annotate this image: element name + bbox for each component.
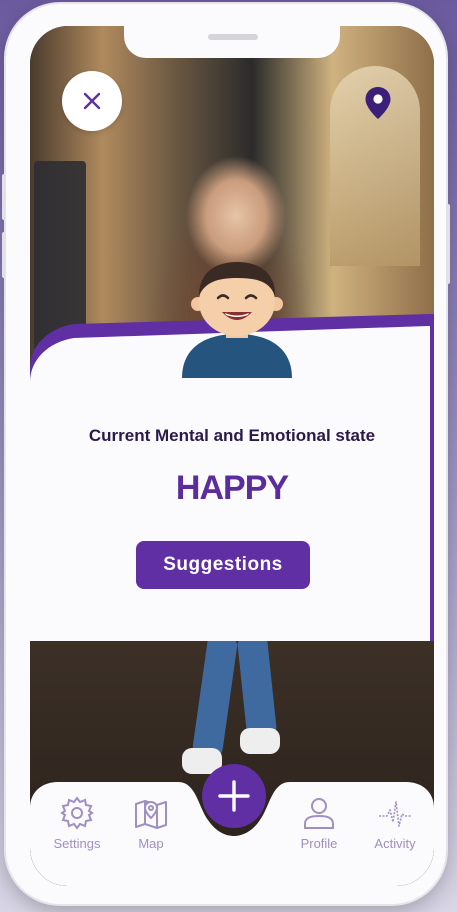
photo-legs	[180, 634, 290, 776]
location-pin-icon[interactable]	[364, 86, 392, 120]
tab-activity[interactable]: Activity	[360, 796, 430, 851]
volume-up-button	[2, 174, 6, 220]
tab-settings-label: Settings	[53, 836, 101, 851]
gear-icon	[60, 796, 94, 830]
mood-card: Current Mental and Emotional state HAPPY…	[30, 262, 434, 641]
mental-state-value: HAPPY	[175, 469, 289, 507]
tab-profile[interactable]: Profile	[284, 796, 354, 851]
power-button	[446, 204, 450, 284]
tab-activity-label: Activity	[374, 836, 416, 851]
map-icon	[135, 800, 167, 829]
speaker-grille	[208, 34, 258, 40]
tab-map-label: Map	[138, 836, 164, 851]
app-screen: Current Mental and Emotional state HAPPY…	[30, 26, 434, 886]
tab-settings[interactable]: Settings	[42, 796, 112, 851]
mental-state-label: Current Mental and Emotional state	[88, 426, 376, 445]
activity-icon	[379, 801, 411, 827]
volume-down-button	[2, 232, 6, 278]
add-entry-button[interactable]	[202, 764, 266, 828]
close-button[interactable]	[62, 71, 122, 131]
plus-icon	[218, 780, 250, 812]
tab-map[interactable]: Map	[116, 796, 186, 851]
tab-profile-label: Profile	[300, 836, 338, 851]
phone-frame: Current Mental and Emotional state HAPPY…	[2, 4, 450, 904]
bottom-tab-bar: Settings Map Profile Activity	[30, 764, 434, 886]
user-icon	[304, 798, 334, 829]
suggestions-button[interactable]: Suggestions	[136, 541, 310, 589]
device-notch	[124, 26, 340, 58]
happy-avatar-icon	[182, 262, 292, 378]
close-icon	[83, 92, 101, 110]
